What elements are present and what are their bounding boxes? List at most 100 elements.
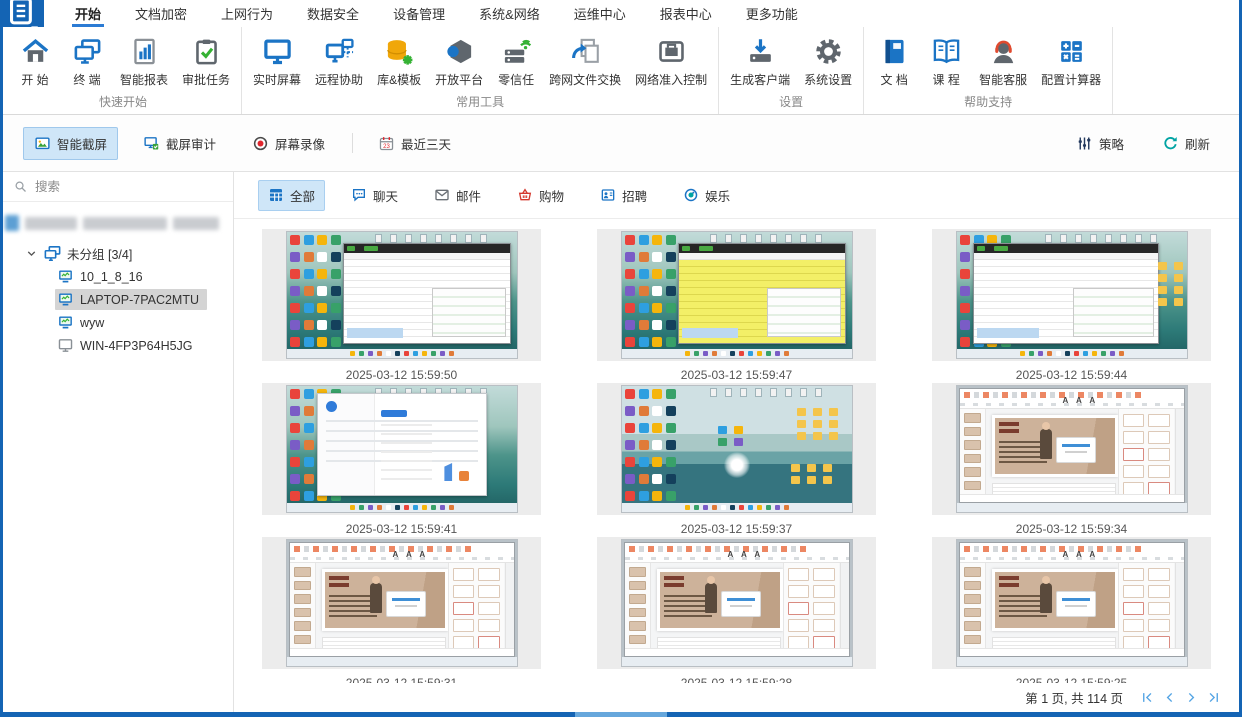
screenshot-thumbnail[interactable] — [956, 231, 1188, 359]
policy-button[interactable]: 策略 — [1065, 127, 1135, 160]
thumbnail-timestamp: 2025-03-12 15:59:25 — [1016, 676, 1127, 683]
svg-text:23: 23 — [383, 143, 390, 149]
ribbon-button-label: 智能报表 — [120, 71, 168, 88]
tree-item-terminal[interactable]: 10_1_8_16 — [3, 265, 233, 288]
thumbnail-timestamp: 2025-03-12 15:59:31 — [346, 676, 457, 683]
pcOff-icon — [57, 337, 74, 354]
pager-next-button[interactable] — [1181, 688, 1201, 708]
ribbon: 开 始终 端智能报表审批任务快速开始实时屏幕远程协助库&模板开放平台零信任跨网文… — [3, 27, 1239, 115]
ribbon-button[interactable]: 智能客服 — [972, 34, 1034, 90]
ribbon-button[interactable]: 远程协助 — [308, 34, 370, 90]
filter-tab-label: 全部 — [290, 186, 315, 205]
filter-tab-label: 购物 — [539, 186, 564, 205]
ribbon-button[interactable]: 生成客户端 — [723, 34, 797, 90]
ribbon-group-label: 帮助支持 — [868, 90, 1108, 115]
menu-tab[interactable]: 更多功能 — [729, 0, 815, 27]
app-menu-button[interactable] — [3, 0, 44, 27]
screenshot-thumbnail[interactable]: A A A — [621, 539, 853, 667]
refresh-button[interactable]: 刷新 — [1151, 127, 1221, 160]
menu-tab[interactable]: 报表中心 — [643, 0, 729, 27]
ribbon-button[interactable]: 配置计算器 — [1034, 34, 1108, 90]
tree-children: 10_1_8_16 LAPTOP-7PAC2MTUwywWIN-4FP3P64H5… — [3, 265, 233, 357]
toolbar-button-label: 截屏审计 — [166, 134, 216, 153]
ribbon-button[interactable]: 零信任 — [490, 34, 542, 90]
calculator-icon — [1056, 36, 1087, 67]
terminal-name: 10_1_8_16 — [80, 270, 143, 284]
ribbon-button-label: 开 始 — [21, 71, 48, 88]
sub-toolbar: 智能截屏 截屏审计 屏幕录像 23最近三天 策略刷新 — [3, 115, 1239, 172]
record-icon — [252, 135, 269, 152]
ribbon-button[interactable]: 审批任务 — [175, 34, 237, 90]
filter-tab[interactable]: 娱乐 — [673, 180, 740, 211]
filter-tab[interactable]: 购物 — [507, 180, 574, 211]
thumbnail-timestamp: 2025-03-12 15:59:34 — [1016, 522, 1127, 536]
screenshot-grid: 2025-03-12 15:59:502025-03-12 15:59:4720… — [234, 219, 1239, 683]
screenshot-thumbnail[interactable] — [621, 385, 853, 513]
ribbon-group: 实时屏幕远程协助库&模板开放平台零信任跨网文件交换网络准入控制常用工具 — [242, 27, 719, 114]
screenshot-thumbnail[interactable] — [621, 231, 853, 359]
tree-group-unassigned[interactable]: 未分组 [3/4] — [3, 242, 233, 265]
filter-tab[interactable]: 全部 — [258, 180, 325, 211]
screenshot-thumbnail[interactable]: A A A — [286, 539, 518, 667]
ribbon-group-label: 常用工具 — [246, 90, 714, 115]
terminal-group-icon — [43, 244, 62, 263]
menu-tab[interactable]: 设备管理 — [376, 0, 462, 27]
tree-item-terminal[interactable]: wyw — [3, 311, 233, 334]
ribbon-button[interactable]: 网络准入控制 — [628, 34, 714, 90]
ribbon-button[interactable]: 开 始 — [9, 34, 61, 90]
screenshot-thumbnail[interactable]: A A A — [956, 539, 1188, 667]
toolbar-button[interactable]: 截屏审计 — [132, 127, 227, 160]
menu-tab[interactable]: 数据安全 — [290, 0, 376, 27]
search-input[interactable] — [35, 180, 223, 194]
tree-item-terminal[interactable]: WIN-4FP3P64H5JG — [3, 334, 233, 357]
ribbon-button[interactable]: 实时屏幕 — [246, 34, 308, 90]
fun-icon — [683, 187, 699, 203]
screenshot-thumbnail[interactable] — [286, 231, 518, 359]
screenshot-cell: 2025-03-12 15:59:47 — [569, 229, 904, 383]
screenshot-thumbnail[interactable] — [286, 385, 518, 513]
date-range-button[interactable]: 23最近三天 — [367, 127, 462, 160]
filter-tab[interactable]: 聊天 — [341, 180, 408, 211]
ribbon-button[interactable]: 终 端 — [61, 34, 113, 90]
menu-tab[interactable]: 运维中心 — [557, 0, 643, 27]
ribbon-button[interactable]: 跨网文件交换 — [542, 34, 628, 90]
menu-tab[interactable]: 系统&网络 — [462, 0, 557, 27]
ribbon-button[interactable]: 文 档 — [868, 34, 920, 90]
ribbon-button-label: 文 档 — [880, 71, 907, 88]
zerotrust-icon — [501, 36, 532, 67]
chevron-down-icon — [25, 247, 38, 260]
filter-tab[interactable]: 邮件 — [424, 180, 491, 211]
toolbar-button[interactable]: 智能截屏 — [23, 127, 118, 160]
calendar-icon: 23 — [378, 135, 395, 152]
tree-item-terminal[interactable]: LAPTOP-7PAC2MTU — [3, 288, 233, 311]
ribbon-button[interactable]: 开放平台 — [428, 34, 490, 90]
filter-tab[interactable]: 招聘 — [590, 180, 657, 211]
ribbon-button[interactable]: 智能报表 — [113, 34, 175, 90]
main-content: 全部 聊天邮件 购物 招聘 娱乐 2025-03-12 15:59:502025-03-… — [234, 172, 1239, 712]
pager-last-button[interactable] — [1203, 688, 1223, 708]
filter-tab-label: 娱乐 — [705, 186, 730, 205]
course-icon — [931, 36, 962, 67]
ribbon-group: 生成客户端系统设置设置 — [719, 27, 864, 114]
ribbon-button-label: 终 端 — [73, 71, 100, 88]
ribbon-button-label: 生成客户端 — [730, 71, 790, 88]
platform-icon — [444, 36, 475, 67]
pager-prev-button[interactable] — [1159, 688, 1179, 708]
menu-tabs: 开始文档加密上网行为数据安全设备管理系统&网络运维中心报表中心更多功能 — [58, 0, 815, 27]
pager-first-button[interactable] — [1137, 688, 1157, 708]
filter-tab-label: 招聘 — [622, 186, 647, 205]
toolbar-button[interactable]: 屏幕录像 — [241, 127, 336, 160]
ribbon-button-label: 配置计算器 — [1041, 71, 1101, 88]
ribbon-button-label: 网络准入控制 — [635, 71, 707, 88]
menu-tab[interactable]: 文档加密 — [118, 0, 204, 27]
ribbon-button[interactable]: 系统设置 — [797, 34, 859, 90]
menu-tab[interactable]: 开始 — [58, 0, 118, 27]
menu-tab[interactable]: 上网行为 — [204, 0, 290, 27]
thumbnail-timestamp: 2025-03-12 15:59:28 — [681, 676, 792, 683]
ribbon-button[interactable]: 库&模板 — [370, 34, 428, 90]
ribbon-button-label: 库&模板 — [377, 71, 421, 88]
ribbon-button[interactable]: 课 程 — [920, 34, 972, 90]
client-icon — [745, 36, 776, 67]
screenshot-thumbnail[interactable]: A A A — [956, 385, 1188, 513]
home-icon — [20, 36, 51, 67]
